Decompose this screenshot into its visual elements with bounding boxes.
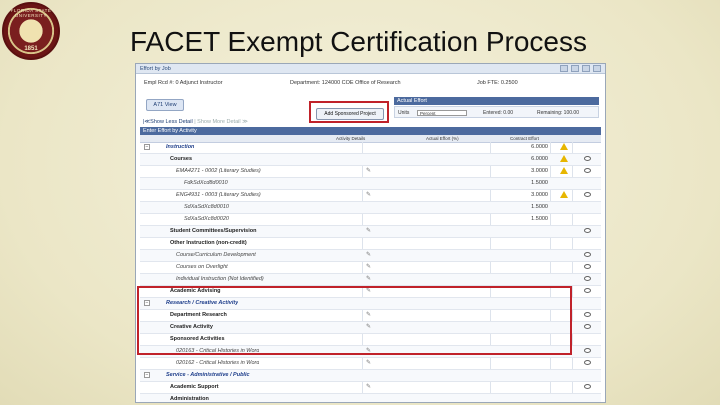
department-text: Department: 124000 COE Office of Researc… bbox=[290, 80, 401, 86]
comment-icon[interactable] bbox=[584, 324, 591, 329]
seal-ring-text: FLORIDA STATE UNIVERSITY bbox=[10, 8, 52, 18]
activity-row: SdXaSdXc8d0020 1.5000 bbox=[140, 214, 601, 226]
activity-label: Courses bbox=[170, 156, 193, 162]
first-icon[interactable] bbox=[582, 65, 590, 72]
warning-icon bbox=[560, 155, 568, 162]
actual-effort-header: Actual Effort bbox=[394, 97, 599, 105]
edit-details-icon[interactable]: ✎ bbox=[366, 168, 374, 174]
panel-header-title: Effort by Job bbox=[140, 65, 171, 72]
comment-icon[interactable] bbox=[584, 348, 591, 353]
activity-row: FdkSdXcd8d0010 1.5000 bbox=[140, 178, 601, 190]
show-more-detail-link[interactable]: | Show More Detail ≫ bbox=[194, 119, 248, 125]
activity-row: Individual Instruction (Not Identified) ✎ bbox=[140, 274, 601, 286]
activity-row: Administration bbox=[140, 394, 601, 402]
comment-icon[interactable] bbox=[584, 276, 591, 281]
edit-details-icon[interactable]: ✎ bbox=[366, 252, 374, 258]
activity-label: 020162 - Critical Histories in Word bbox=[176, 360, 260, 366]
contract-effort-value: 1.5000 bbox=[531, 204, 548, 210]
last-icon[interactable] bbox=[593, 65, 601, 72]
show-less-detail-link[interactable]: |≪Show Less Detail bbox=[143, 119, 193, 125]
activity-row: Other Instruction (non-credit) bbox=[140, 238, 601, 250]
activity-label: Courses on Overlight bbox=[176, 264, 228, 270]
units-label: Units bbox=[398, 110, 410, 116]
contract-effort-value: 6.0000 bbox=[531, 156, 548, 162]
actual-effort-row: Units Percent Entered: 0.00 Remaining: 1… bbox=[394, 106, 599, 118]
activity-label: ENG4931 - 0003 (Literary Studies) bbox=[176, 192, 261, 198]
units-select[interactable]: Percent bbox=[417, 110, 467, 116]
job-info-row: Empl Rcd #: 0 Adjunct Instructor Departm… bbox=[144, 80, 599, 90]
edit-details-icon[interactable]: ✎ bbox=[366, 264, 374, 270]
activity-row: Student Committees/Supervision ✎ bbox=[140, 226, 601, 238]
seal-year: 1851 bbox=[24, 46, 38, 52]
university-seal-logo: FLORIDA STATE UNIVERSITY 1851 bbox=[2, 2, 60, 60]
activity-row: Academic Support ✎ bbox=[140, 382, 601, 394]
activity-label: Course/Curriculum Development bbox=[176, 252, 256, 258]
edit-details-icon[interactable]: ✎ bbox=[366, 384, 374, 390]
activity-row: 020162 - Critical Histories in Word ✎ bbox=[140, 358, 601, 370]
effort-screenshot-panel: Effort by Job Empl Rcd #: 0 Adjunct Inst… bbox=[135, 63, 606, 403]
activity-row: Courses 6.0000 bbox=[140, 154, 601, 166]
warning-icon bbox=[560, 191, 568, 198]
activity-row: SdXaSdXc8d0010 1.5000 bbox=[140, 202, 601, 214]
activity-label: Academic Support bbox=[170, 384, 219, 390]
enter-effort-header: Enter Effort by Activity bbox=[140, 127, 601, 135]
activity-label: Other Instruction (non-credit) bbox=[170, 240, 247, 246]
slide-title: FACET Exempt Certification Process bbox=[130, 26, 587, 57]
activity-label: Service - Administrative / Public bbox=[166, 372, 250, 378]
contract-effort-value: 6.0000 bbox=[531, 144, 548, 150]
collapse-toggle[interactable]: − bbox=[144, 144, 150, 150]
activity-row: EMA4271 - 0002 (Literary Studies) ✎ 3.0000 bbox=[140, 166, 601, 178]
highlight-box-research bbox=[137, 286, 572, 355]
activity-label: Individual Instruction (Not Identified) bbox=[176, 276, 264, 282]
comment-icon[interactable] bbox=[584, 168, 591, 173]
edit-details-icon[interactable]: ✎ bbox=[366, 276, 374, 282]
comment-icon[interactable] bbox=[584, 360, 591, 365]
empl-rcd-text: Empl Rcd #: 0 Adjunct Instructor bbox=[144, 80, 223, 86]
activity-label: Instruction bbox=[166, 144, 195, 150]
remaining-text: Remaining: 100.00 bbox=[537, 110, 579, 116]
comment-icon[interactable] bbox=[584, 228, 591, 233]
comment-icon[interactable] bbox=[584, 252, 591, 257]
edit-details-icon[interactable]: ✎ bbox=[366, 360, 374, 366]
col-contract-effort: Contract Effort bbox=[510, 136, 539, 141]
warning-icon bbox=[560, 143, 568, 150]
comment-icon[interactable] bbox=[584, 384, 591, 389]
activity-label: Student Committees/Supervision bbox=[170, 228, 257, 234]
entered-text: Entered: 0.00 bbox=[483, 110, 514, 116]
activity-label: EMA4271 - 0002 (Literary Studies) bbox=[176, 168, 261, 174]
comment-icon[interactable] bbox=[584, 156, 591, 161]
contract-effort-value: 3.0000 bbox=[531, 192, 548, 198]
view-all-icon[interactable] bbox=[571, 65, 579, 72]
comment-icon[interactable] bbox=[584, 192, 591, 197]
edit-details-icon[interactable]: ✎ bbox=[366, 228, 374, 234]
warning-icon bbox=[560, 167, 568, 174]
activity-label: FdkSdXcd8d0010 bbox=[184, 180, 228, 186]
col-actual-effort: Actual Effort (%) bbox=[426, 136, 459, 141]
collapse-toggle[interactable]: − bbox=[144, 372, 150, 378]
col-activity-details: Activity Details bbox=[336, 136, 366, 141]
activity-row: − Service - Administrative / Public bbox=[140, 370, 601, 382]
job-fte-text: Job FTE: 0.2500 bbox=[477, 80, 518, 86]
find-icon[interactable] bbox=[560, 65, 568, 72]
activity-row: ENG4931 - 0003 (Literary Studies) ✎ 3.0000 bbox=[140, 190, 601, 202]
activity-label: Administration bbox=[170, 396, 209, 402]
contract-effort-value: 1.5000 bbox=[531, 216, 548, 222]
activity-rows: − Instruction 6.0000 Courses 6.0000 EMA4271 -… bbox=[140, 142, 601, 402]
contract-effort-value: 3.0000 bbox=[531, 168, 548, 174]
comment-icon[interactable] bbox=[584, 312, 591, 317]
activity-row: − Instruction 6.0000 bbox=[140, 142, 601, 154]
panel-header-icons bbox=[560, 65, 601, 72]
detail-links: |≪Show Less Detail | Show More Detail ≫ bbox=[143, 119, 248, 125]
comment-icon[interactable] bbox=[584, 264, 591, 269]
activity-row: Course/Curriculum Development ✎ bbox=[140, 250, 601, 262]
full-view-button[interactable]: A71 View bbox=[146, 99, 184, 111]
activity-label: SdXaSdXc8d0010 bbox=[184, 204, 229, 210]
activity-label: SdXaSdXc8d0020 bbox=[184, 216, 229, 222]
comment-icon[interactable] bbox=[584, 288, 591, 293]
highlight-box-add-project bbox=[309, 101, 389, 123]
activity-row: Courses on Overlight ✎ bbox=[140, 262, 601, 274]
panel-header-bar: Effort by Job bbox=[136, 64, 605, 74]
edit-details-icon[interactable]: ✎ bbox=[366, 192, 374, 198]
contract-effort-value: 1.5000 bbox=[531, 180, 548, 186]
